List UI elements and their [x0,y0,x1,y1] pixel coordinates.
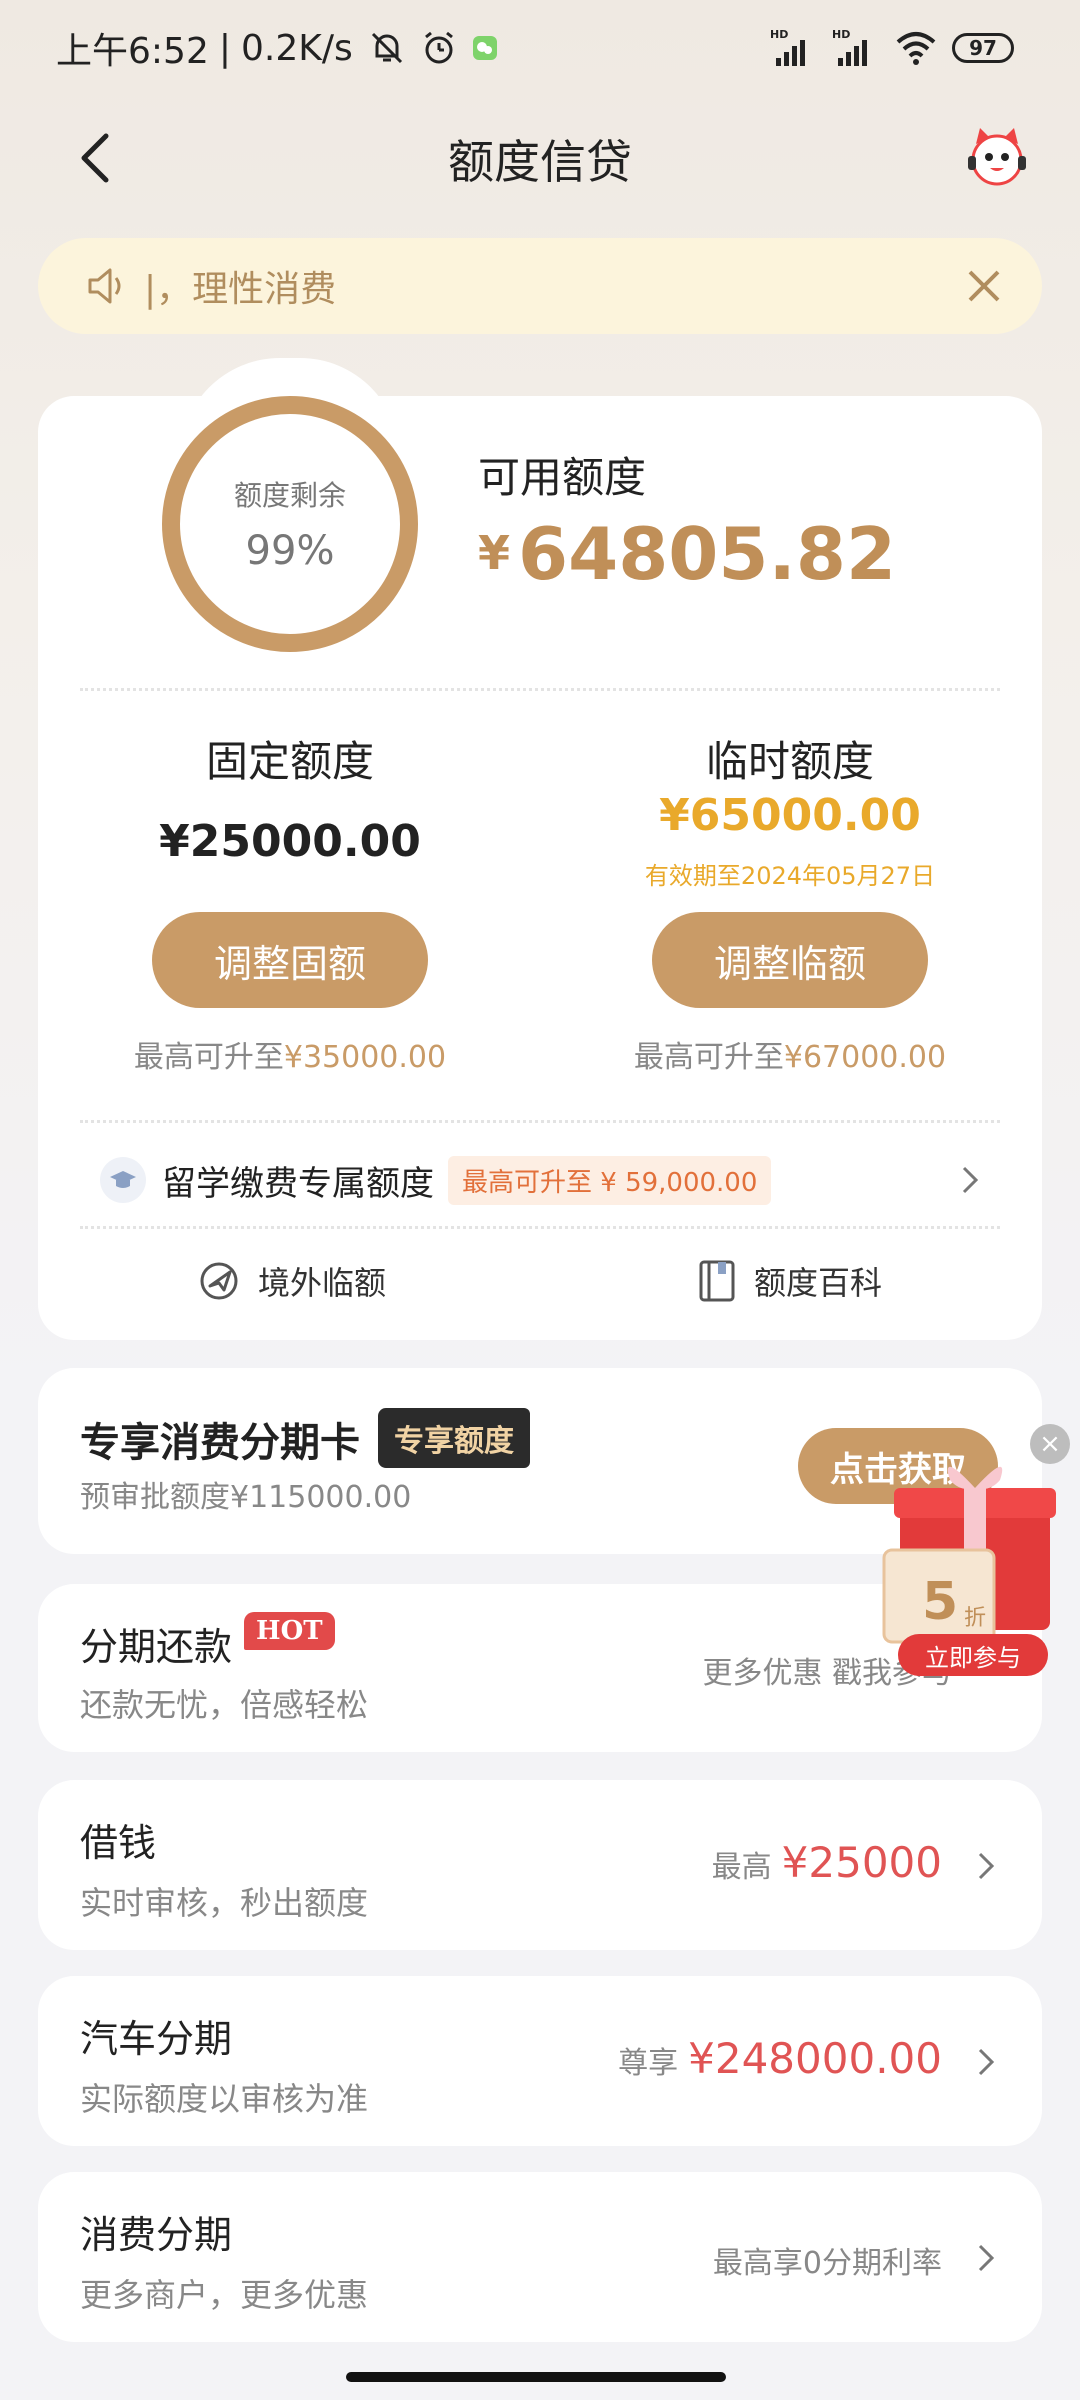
temp-max-text: 最高可升至¥67000.00 [560,1032,1020,1076]
hot-badge: HOT [244,1612,335,1650]
status-right: HD HD 97 [770,28,1014,68]
car-loan-amount: ¥248000.00 [688,2034,942,2083]
notice-bar: |，理性消费 [38,238,1042,334]
promo-close-button[interactable]: × [1030,1424,1070,1464]
svg-text:HD: HD [770,28,788,41]
signal-icon: HD [770,28,805,66]
available-label: 可用额度 [478,453,647,502]
customer-service-icon[interactable] [962,122,1032,192]
fixed-credit-title-wrap: 固定额度 [60,728,520,789]
temp-max-amount: ¥67000.00 [783,1040,947,1075]
graduation-cap-icon [100,1157,146,1203]
fixed-credit-value-wrap: ¥25000.00 [60,816,520,867]
notice-text: |，理性消费 [144,269,337,310]
temp-credit-title: 临时额度 [705,737,874,786]
study-abroad-tag: 最高可升至 ¥ 59,000.00 [448,1155,772,1205]
divider [80,688,1000,691]
borrow-card[interactable]: 借钱 实时审核，秒出额度 最高 ¥25000 [38,1780,1042,1950]
fixed-max-amount: ¥35000.00 [283,1040,447,1075]
study-abroad-label: 留学缴费专属额度 [162,1163,434,1204]
consumer-installment-right-text: 最高享0分期利率 [712,2246,942,2281]
join-now-button[interactable]: 立即参与 [898,1634,1048,1676]
temp-credit-title-wrap: 临时额度 [560,728,1020,789]
exclusive-card-title: 专享消费分期卡 [80,1420,360,1466]
chevron-right-icon [962,1166,979,1194]
network-speed: 0.2K/s [240,27,353,69]
credit-encyclopedia-label: 额度百科 [754,1264,883,1302]
status-bar: 上午6:52 | 0.2K/s HD HD 97 [0,0,1080,100]
alarm-icon [424,31,453,64]
fixed-max-wrap: 最高可升至¥35000.00 [60,1032,520,1076]
borrow-title: 借钱 [80,1821,157,1865]
borrow-right-prefix: 最高 [711,1850,772,1885]
study-abroad-row[interactable]: 留学缴费专属额度 最高可升至 ¥ 59,000.00 [100,1152,990,1208]
available-value: ¥64805.82 [478,512,896,596]
svg-text:HD: HD [832,28,850,41]
car-loan-card[interactable]: 汽车分期 实际额度以审核为准 尊享 ¥248000.00 [38,1976,1042,2146]
page-title: 额度信贷 [448,135,632,189]
car-loan-right: 尊享 ¥248000.00 [618,2034,942,2083]
car-loan-title: 汽车分期 [80,2017,233,2061]
header: 额度信贷 [0,110,1080,206]
fixed-credit-title: 固定额度 [205,737,374,786]
consumer-installment-subtitle: 更多商户，更多优惠 [80,2276,369,2314]
chevron-right-icon [978,2048,995,2076]
temp-validity: 有效期至2024年05月27日 [644,862,936,890]
promo-discount: 5 [922,1572,959,1632]
mute-bell-icon [371,32,402,64]
exclusive-card-subtitle: 预审批额度¥115000.00 [80,1480,412,1515]
speaker-icon [88,268,121,304]
fixed-max-prefix: 最高可升至 [133,1040,284,1075]
fixed-max-text: 最高可升至¥35000.00 [60,1032,520,1076]
chevron-right-icon [978,2244,995,2272]
borrow-right: 最高 ¥25000 [712,1838,942,1887]
promo-discount-unit: 折 [964,1606,987,1631]
installment-repay-subtitle: 还款无忧，倍感轻松 [80,1686,369,1724]
borrow-amount: ¥25000 [781,1838,942,1887]
signal-icon-2: HD [832,28,867,66]
temp-credit-value-wrap: ¥65000.00 [560,790,1020,841]
plane-icon [200,1262,238,1300]
car-loan-subtitle: 实际额度以审核为准 [80,2080,369,2118]
status-left: 上午6:52 | 0.2K/s [56,22,499,74]
overseas-credit-link[interactable]: 境外临额 [196,1258,386,1304]
temp-max-wrap: 最高可升至¥67000.00 [560,1032,1020,1076]
remaining-ring: 额度剩余 99% [162,396,418,652]
consumer-installment-right: 最高享0分期利率 [713,2238,942,2282]
fixed-credit-value: ¥25000.00 [159,816,421,867]
home-indicator[interactable] [346,2372,726,2382]
car-loan-right-prefix: 尊享 [618,2046,679,2081]
divider [80,1120,1000,1123]
consumer-installment-card[interactable]: 消费分期 更多商户，更多优惠 最高享0分期利率 [38,2172,1042,2342]
available-amount: 64805.82 [518,512,897,596]
wifi-icon [896,32,936,65]
battery-indicator: 97 [952,33,1014,63]
consumer-installment-title: 消费分期 [80,2213,233,2257]
exclusive-tag: 专享额度 [378,1408,530,1468]
installment-repay-title: 分期还款 [80,1625,233,1669]
chevron-right-icon [978,1852,995,1880]
ring-percent: 99% [245,528,335,574]
divider [80,1226,1000,1229]
close-icon[interactable] [960,262,1008,310]
overseas-credit-label: 境外临额 [258,1264,387,1302]
adjust-temp-button[interactable]: 调整临额 [652,912,928,1008]
status-time: 上午6:52 [56,31,209,72]
wechat-icon [472,36,497,60]
adjust-fixed-button[interactable]: 调整固额 [152,912,428,1008]
book-icon [699,1260,735,1302]
credit-encyclopedia-link[interactable]: 额度百科 [696,1258,882,1304]
temp-max-prefix: 最高可升至 [633,1040,784,1075]
ring-label: 额度剩余 [233,479,346,512]
temp-credit-value: ¥65000.00 [659,790,921,841]
temp-validity-wrap: 有效期至2024年05月27日 [560,856,1020,891]
borrow-subtitle: 实时审核，秒出额度 [80,1884,369,1922]
currency-symbol: ¥ [478,526,511,580]
